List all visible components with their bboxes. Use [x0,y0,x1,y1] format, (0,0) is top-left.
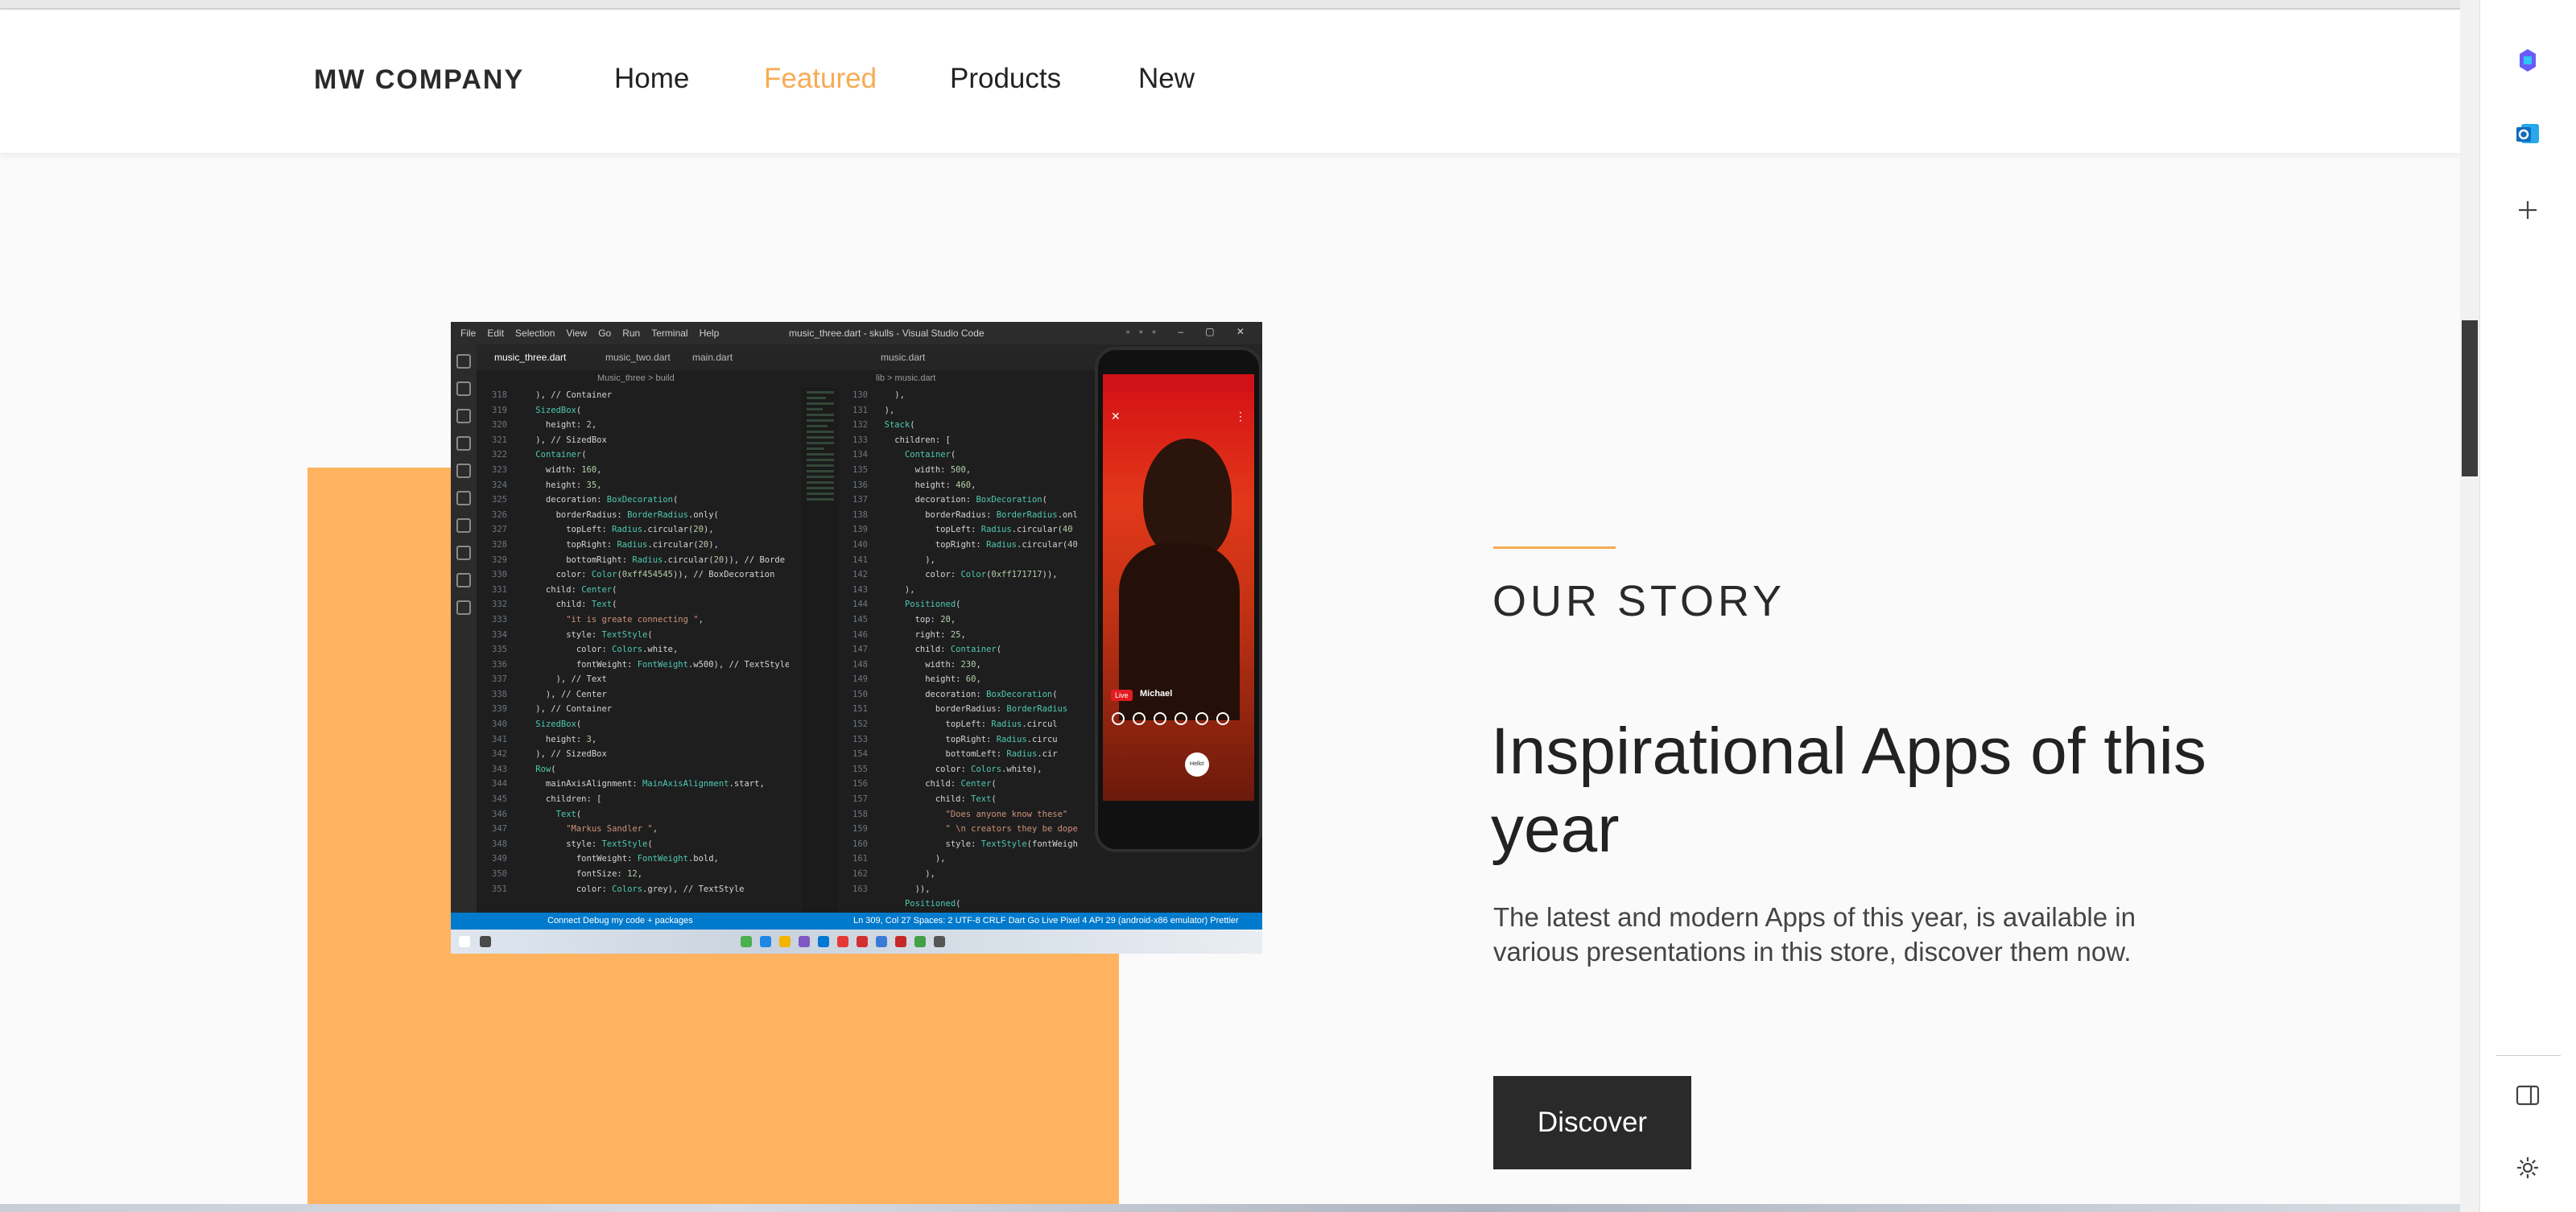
outlook-icon[interactable] [2511,117,2545,150]
window-controls-icon: ▫▫▫ – ▢ ✕ [1126,326,1254,337]
section-eyebrow: OUR STORY [1492,577,1786,625]
section-description: The latest and modern Apps of this year,… [1493,902,2136,967]
portrait-body [1119,543,1240,720]
editor-status-bar: Connect Debug my code + packages Ln 309,… [451,913,1262,930]
editor-tab: music_three.dart [494,352,567,363]
phone-emulator: ✕ ⋮ Live Michael Hello! [1095,347,1262,852]
editor-window-title: music_three.dart - skulls - Visual Studi… [789,328,985,339]
nav-products[interactable]: Products [950,63,1061,95]
portrait-head [1143,439,1232,559]
editor-menu-selection: Selection [515,328,555,339]
testing-icon [456,491,471,505]
editor-menu-terminal: Terminal [651,328,688,339]
page-scrollbar[interactable] [2460,0,2479,1212]
copilot-icon[interactable] [2511,43,2545,77]
os-taskbar [451,930,1262,954]
code-pane-right: ), ), Stack( children: [ Container( widt… [884,390,1078,909]
database-icon [456,573,471,587]
nav-new[interactable]: New [1138,63,1195,95]
editor-menu-edit: Edit [487,328,505,339]
breadcrumb-left: Music_three > build [597,373,675,383]
phone-bottom-bar: Hello! [1108,752,1249,777]
phone-nav-bar [1098,801,1259,849]
close-icon: ✕ [1111,410,1121,423]
code-pane-left: ), // Container SizedBox( height: 2, ), … [535,390,789,894]
accent-rule [1493,546,1616,549]
editor-tab: music.dart [881,352,926,363]
settings-icon[interactable] [2511,1151,2545,1185]
editor-menu-file: File [460,328,477,339]
phone-status-bar [1103,374,1254,392]
code-gutter-right: 130 131 132 133 134 135 136 137 138 139 … [852,390,868,894]
editor-menu-go: Go [598,328,612,339]
status-left: Connect Debug my code + packages [547,916,693,925]
source-control-icon [456,409,471,423]
site-header: MW COMPANY Home Featured Products New [0,10,2460,154]
section-heading: Inspirational Apps of this year [1491,715,2207,866]
minimap-left [802,388,839,913]
editor-titlebar: File Edit Selection View Go Run Terminal Help m… [451,322,1262,344]
scrollbar-thumb[interactable] [2462,320,2478,476]
streamer-name: Michael [1140,689,1173,699]
browser-sidebar [2479,0,2576,1212]
editor-menu-run: Run [622,328,641,339]
phone-screen: ✕ ⋮ Live Michael Hello! [1103,374,1254,801]
search-icon [456,381,471,396]
nav-featured[interactable]: Featured [764,63,877,95]
debug-icon [456,436,471,451]
docker-icon [456,546,471,560]
extensions-icon [456,464,471,478]
brand-logo[interactable]: MW COMPANY [314,64,524,96]
sidebar-toggle-icon[interactable] [2511,1078,2545,1112]
status-right: Ln 309, Col 27 Spaces: 2 UTF-8 CRLF Dart… [853,916,1239,925]
live-badge: Live [1111,690,1133,701]
code-gutter-left: 318 319 320 321 322 323 324 325 326 327 … [492,390,507,894]
editor-menu-help: Help [699,328,720,339]
breadcrumb-right: lib > music.dart [876,373,936,383]
taskbar-edge [0,1204,2460,1212]
editor-activity-bar [451,344,477,913]
phone-controls [1108,712,1249,732]
browser-top-edge [0,0,2460,10]
explorer-icon [456,354,471,369]
sidebar-divider [2496,1055,2561,1056]
editor-tab: main.dart [692,352,733,363]
book-icon [456,600,471,615]
remote-icon [456,518,471,533]
discover-button[interactable]: Discover [1493,1076,1691,1169]
nav-home[interactable]: Home [614,63,689,95]
more-icon: ⋮ [1235,410,1246,423]
editor-tab: music_two.dart [605,352,671,363]
featured-screenshot: File Edit Selection View Go Run Terminal Help m… [451,322,1262,954]
hello-bubble: Hello! [1185,752,1209,777]
editor-menu-view: View [566,328,588,339]
add-icon[interactable] [2511,193,2545,227]
